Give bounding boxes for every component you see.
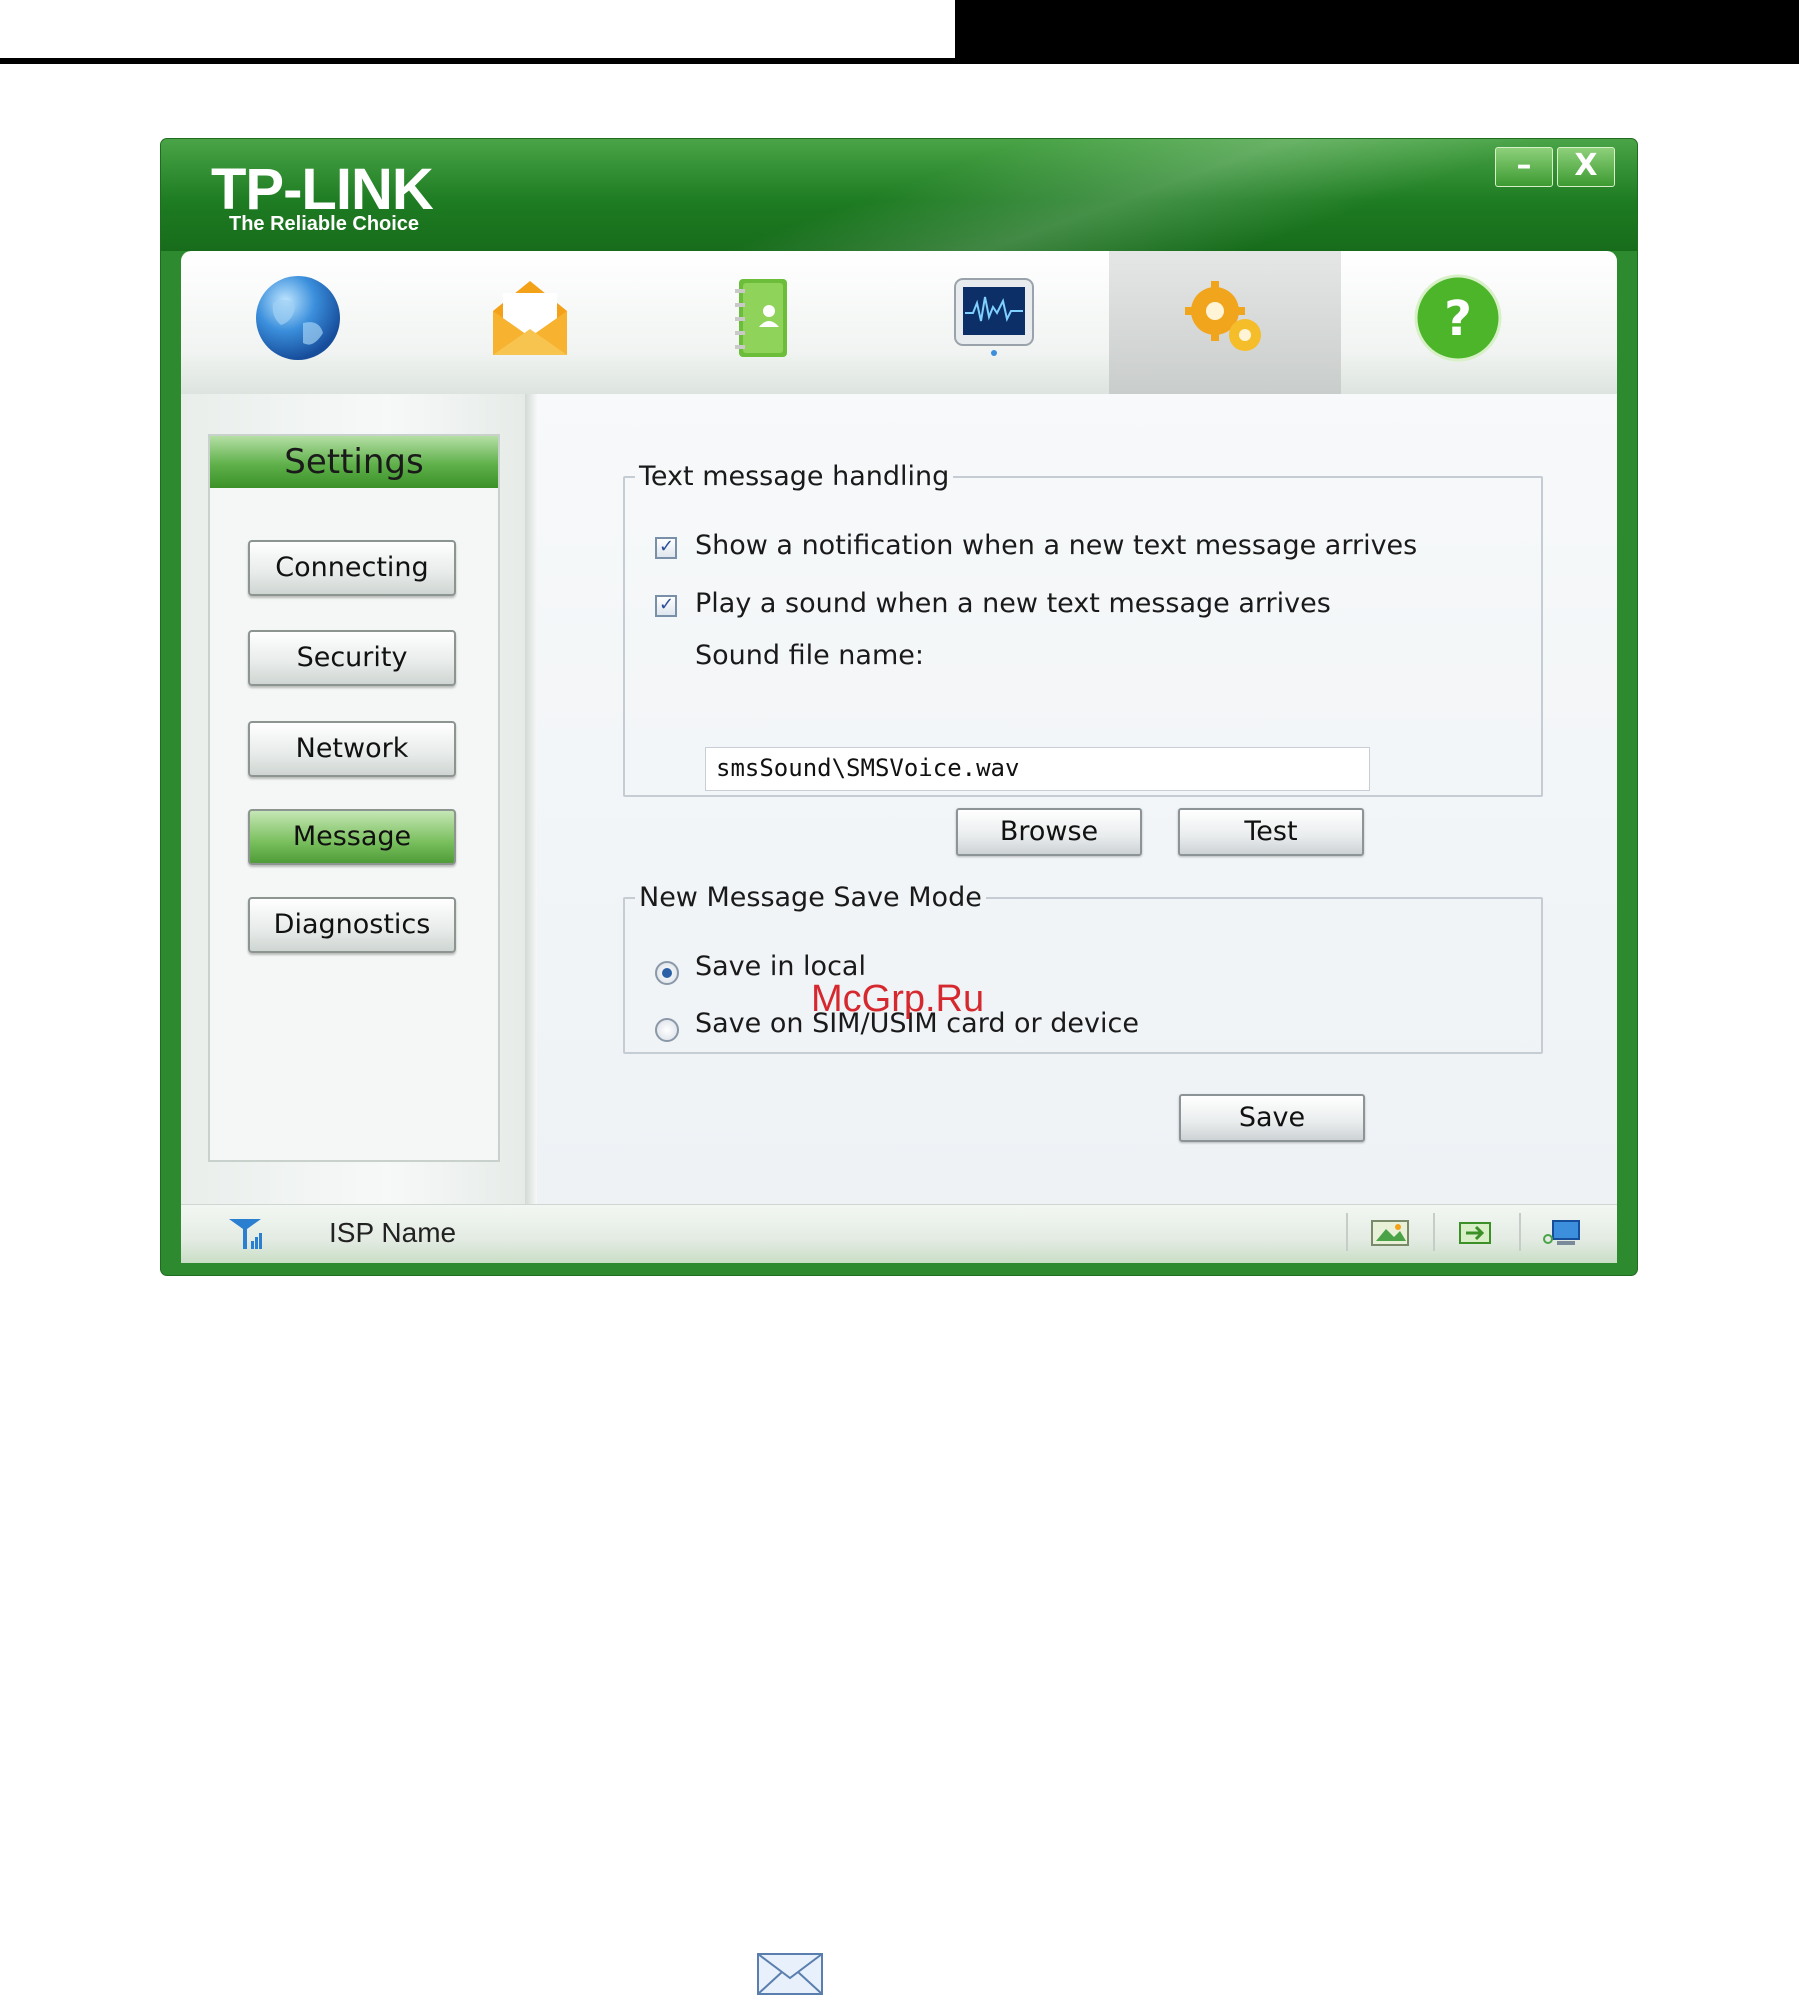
brand-logo: TP-LINK — [211, 157, 434, 222]
monitor-icon — [954, 278, 1034, 356]
globe-icon — [256, 276, 340, 360]
network-computer-icon[interactable] — [1541, 1217, 1581, 1249]
settings-title: Settings — [210, 436, 498, 488]
notify-checkbox[interactable]: ✓ — [655, 536, 677, 559]
toolbar-statistics[interactable] — [877, 251, 1109, 394]
text-message-handling-group: Text message handling ✓ Show a notificat… — [623, 461, 1543, 856]
watermark: McGrp.Ru — [811, 978, 985, 1020]
save-mode-legend: New Message Save Mode — [639, 882, 982, 913]
right-pane: Text message handling ✓ Show a notificat… — [537, 394, 1617, 1204]
signal-icon — [229, 1219, 262, 1249]
sound-checkbox[interactable]: ✓ — [655, 594, 677, 617]
nav-network-button[interactable]: Network — [248, 721, 456, 777]
sound-file-input[interactable]: smsSound\SMSVoice.wav — [705, 747, 1370, 791]
title-bar-decoration — [637, 139, 1637, 251]
sound-label: Play a sound when a new text message arr… — [695, 588, 1331, 619]
save-button[interactable]: Save — [1179, 1094, 1365, 1142]
main-toolbar: ? — [181, 251, 1617, 394]
notify-label: Show a notification when a new text mess… — [695, 530, 1418, 561]
save-sim-radio[interactable] — [655, 1018, 679, 1042]
envelope-icon — [493, 281, 567, 355]
toolbar-messages[interactable] — [413, 251, 645, 394]
toolbar-help[interactable]: ? — [1341, 251, 1573, 394]
app-window: TP-LINK The Reliable Choice – X ? Settin… — [161, 139, 1637, 1275]
minimize-button[interactable]: – — [1495, 147, 1553, 187]
status-separator — [1519, 1213, 1521, 1251]
save-mode-group: New Message Save Mode Save in local Save… — [623, 882, 1543, 1054]
brand-tagline: The Reliable Choice — [229, 213, 420, 235]
page-header-rule — [0, 58, 955, 64]
save-local-radio[interactable] — [655, 961, 679, 985]
title-bar: TP-LINK The Reliable Choice – X — [161, 139, 1637, 251]
left-pane: Settings Connecting Security Network Mes… — [181, 394, 525, 1204]
page-header-edge — [1797, 0, 1809, 64]
status-separator — [1346, 1213, 1348, 1251]
help-icon: ? — [1414, 274, 1502, 362]
envelope-icon — [757, 1953, 823, 1995]
page-header-block — [955, 0, 1797, 64]
address-book-icon — [735, 279, 787, 357]
status-separator — [1433, 1213, 1435, 1251]
toolbar-settings[interactable] — [1109, 251, 1341, 394]
sound-file-name-label: Sound file name: — [695, 640, 924, 671]
pane-separator — [525, 394, 537, 1204]
text-message-handling-legend: Text message handling — [639, 461, 950, 492]
nav-security-button[interactable]: Security — [248, 630, 456, 686]
nav-diagnostics-button[interactable]: Diagnostics — [248, 897, 456, 953]
nav-connecting-button[interactable]: Connecting — [248, 540, 456, 596]
check-mark-icon: ✓ — [659, 536, 675, 557]
content-area: Settings Connecting Security Network Mes… — [181, 394, 1617, 1204]
nav-message-button[interactable]: Message — [248, 809, 456, 865]
status-bar: ISP Name — [181, 1204, 1617, 1263]
check-mark-icon: ✓ — [659, 594, 675, 615]
settings-panel: Settings Connecting Security Network Mes… — [208, 434, 500, 1162]
browse-button[interactable]: Browse — [956, 808, 1142, 856]
gears-icon — [1185, 281, 1261, 351]
toolbar-internet[interactable] — [181, 251, 413, 394]
toolbar-contacts[interactable] — [645, 251, 877, 394]
close-button[interactable]: X — [1557, 147, 1615, 187]
test-button[interactable]: Test — [1178, 808, 1364, 856]
svg-text:?: ? — [1444, 291, 1472, 347]
isp-name: ISP Name — [329, 1217, 457, 1248]
battery-icon[interactable] — [1456, 1217, 1496, 1249]
picture-icon[interactable] — [1370, 1217, 1410, 1249]
